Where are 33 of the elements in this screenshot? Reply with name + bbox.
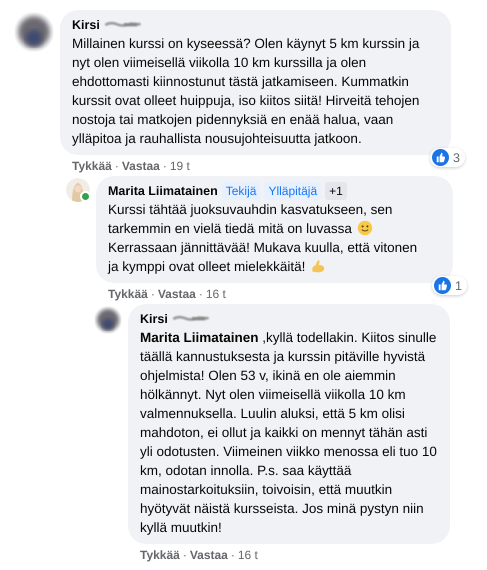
author-name[interactable]: Kirsi xyxy=(72,16,100,34)
comment-text: Kerrassaan jännittävää! Mukava kuulla, että vitonen xyxy=(108,239,418,257)
comment-text: tarkemmin en vielä tiedä mitä on luvassa xyxy=(108,220,352,238)
role-badge[interactable]: Ylläpitäjä xyxy=(264,182,322,200)
timestamp[interactable]: 19 t xyxy=(170,159,190,173)
reaction-count[interactable]: 3 xyxy=(430,148,465,167)
more-badge[interactable]: +1 xyxy=(325,182,347,200)
comment-text: Kurssi tähtää juoksuvauhdin kasvatukseen, sen xyxy=(108,201,392,219)
reply-link[interactable]: Vastaa xyxy=(122,159,160,173)
separator-dot: · xyxy=(150,287,155,301)
reply-link[interactable]: Vastaa xyxy=(158,287,196,301)
timestamp[interactable]: 16 t xyxy=(238,548,258,562)
like-link[interactable]: Tykkää xyxy=(140,548,180,562)
like-link[interactable]: Tykkää xyxy=(108,287,148,301)
separator-dot: · xyxy=(230,548,235,562)
separator-dot: · xyxy=(198,287,203,301)
reaction-count[interactable]: 1 xyxy=(432,276,467,295)
reply-link[interactable]: Vastaa xyxy=(190,548,228,562)
comment-text: ja kymppi ovat olleet mielekkäitä! xyxy=(108,258,306,276)
thumbs-up-icon xyxy=(432,149,450,166)
timestamp[interactable]: 16 t xyxy=(206,287,226,301)
author-name[interactable]: Kirsi xyxy=(140,310,168,328)
like-link[interactable]: Tykkää xyxy=(72,159,112,173)
avatar[interactable] xyxy=(94,306,122,334)
comment-text: Millainen kurssi on kyseessä? Olen käynyt 5 km kurssin ja nyt olen viimeisellä viikolla 10 km kurssilla ja olen ehdottomasti kiinnostunut tästä jatkamiseen. Kummatkin kurssit ovat olleet huippuja, iso kiitos siitä! Hirveitä tehojen nostoja tai matkojen pidennyksiä en enää halua, vaan ylläpitoa ja rauhallista nousujohteisuutta jatkoon. xyxy=(72,35,420,148)
separator-dot: · xyxy=(162,159,167,173)
smiley-icon xyxy=(356,220,373,236)
separator-dot: · xyxy=(182,548,187,562)
comment-text: Marita Liimatainen ,kyllä todellakin. Kiitos sinulle täällä kannustuksesta ja kurssin pitäville hyvistä ohjelmista! Olen 53 v, ikinä en ole aiemmin hölkännyt. Nyt olen viimeisellä viikolla 10 km valmennuksella. Luulin aluksi, että 5 km olisi mahdoton, ei ollut ja kaikki on mennyt tähän asti yli odotusten. Viimeinen viikko menossa eli tuo 10 km, odotan innolla. P.s. saa käyttää mainostarkoituksiin, toivoisin, että muutkin hyötyvät näistä kursseista. Jos minä pystyn niin kyllä muutkin! xyxy=(140,329,438,537)
thumbs-up-icon xyxy=(434,277,452,294)
separator-dot: · xyxy=(114,159,119,173)
author-name[interactable]: Marita Liimatainen xyxy=(108,182,218,200)
role-badge[interactable]: Tekijä xyxy=(222,182,260,200)
